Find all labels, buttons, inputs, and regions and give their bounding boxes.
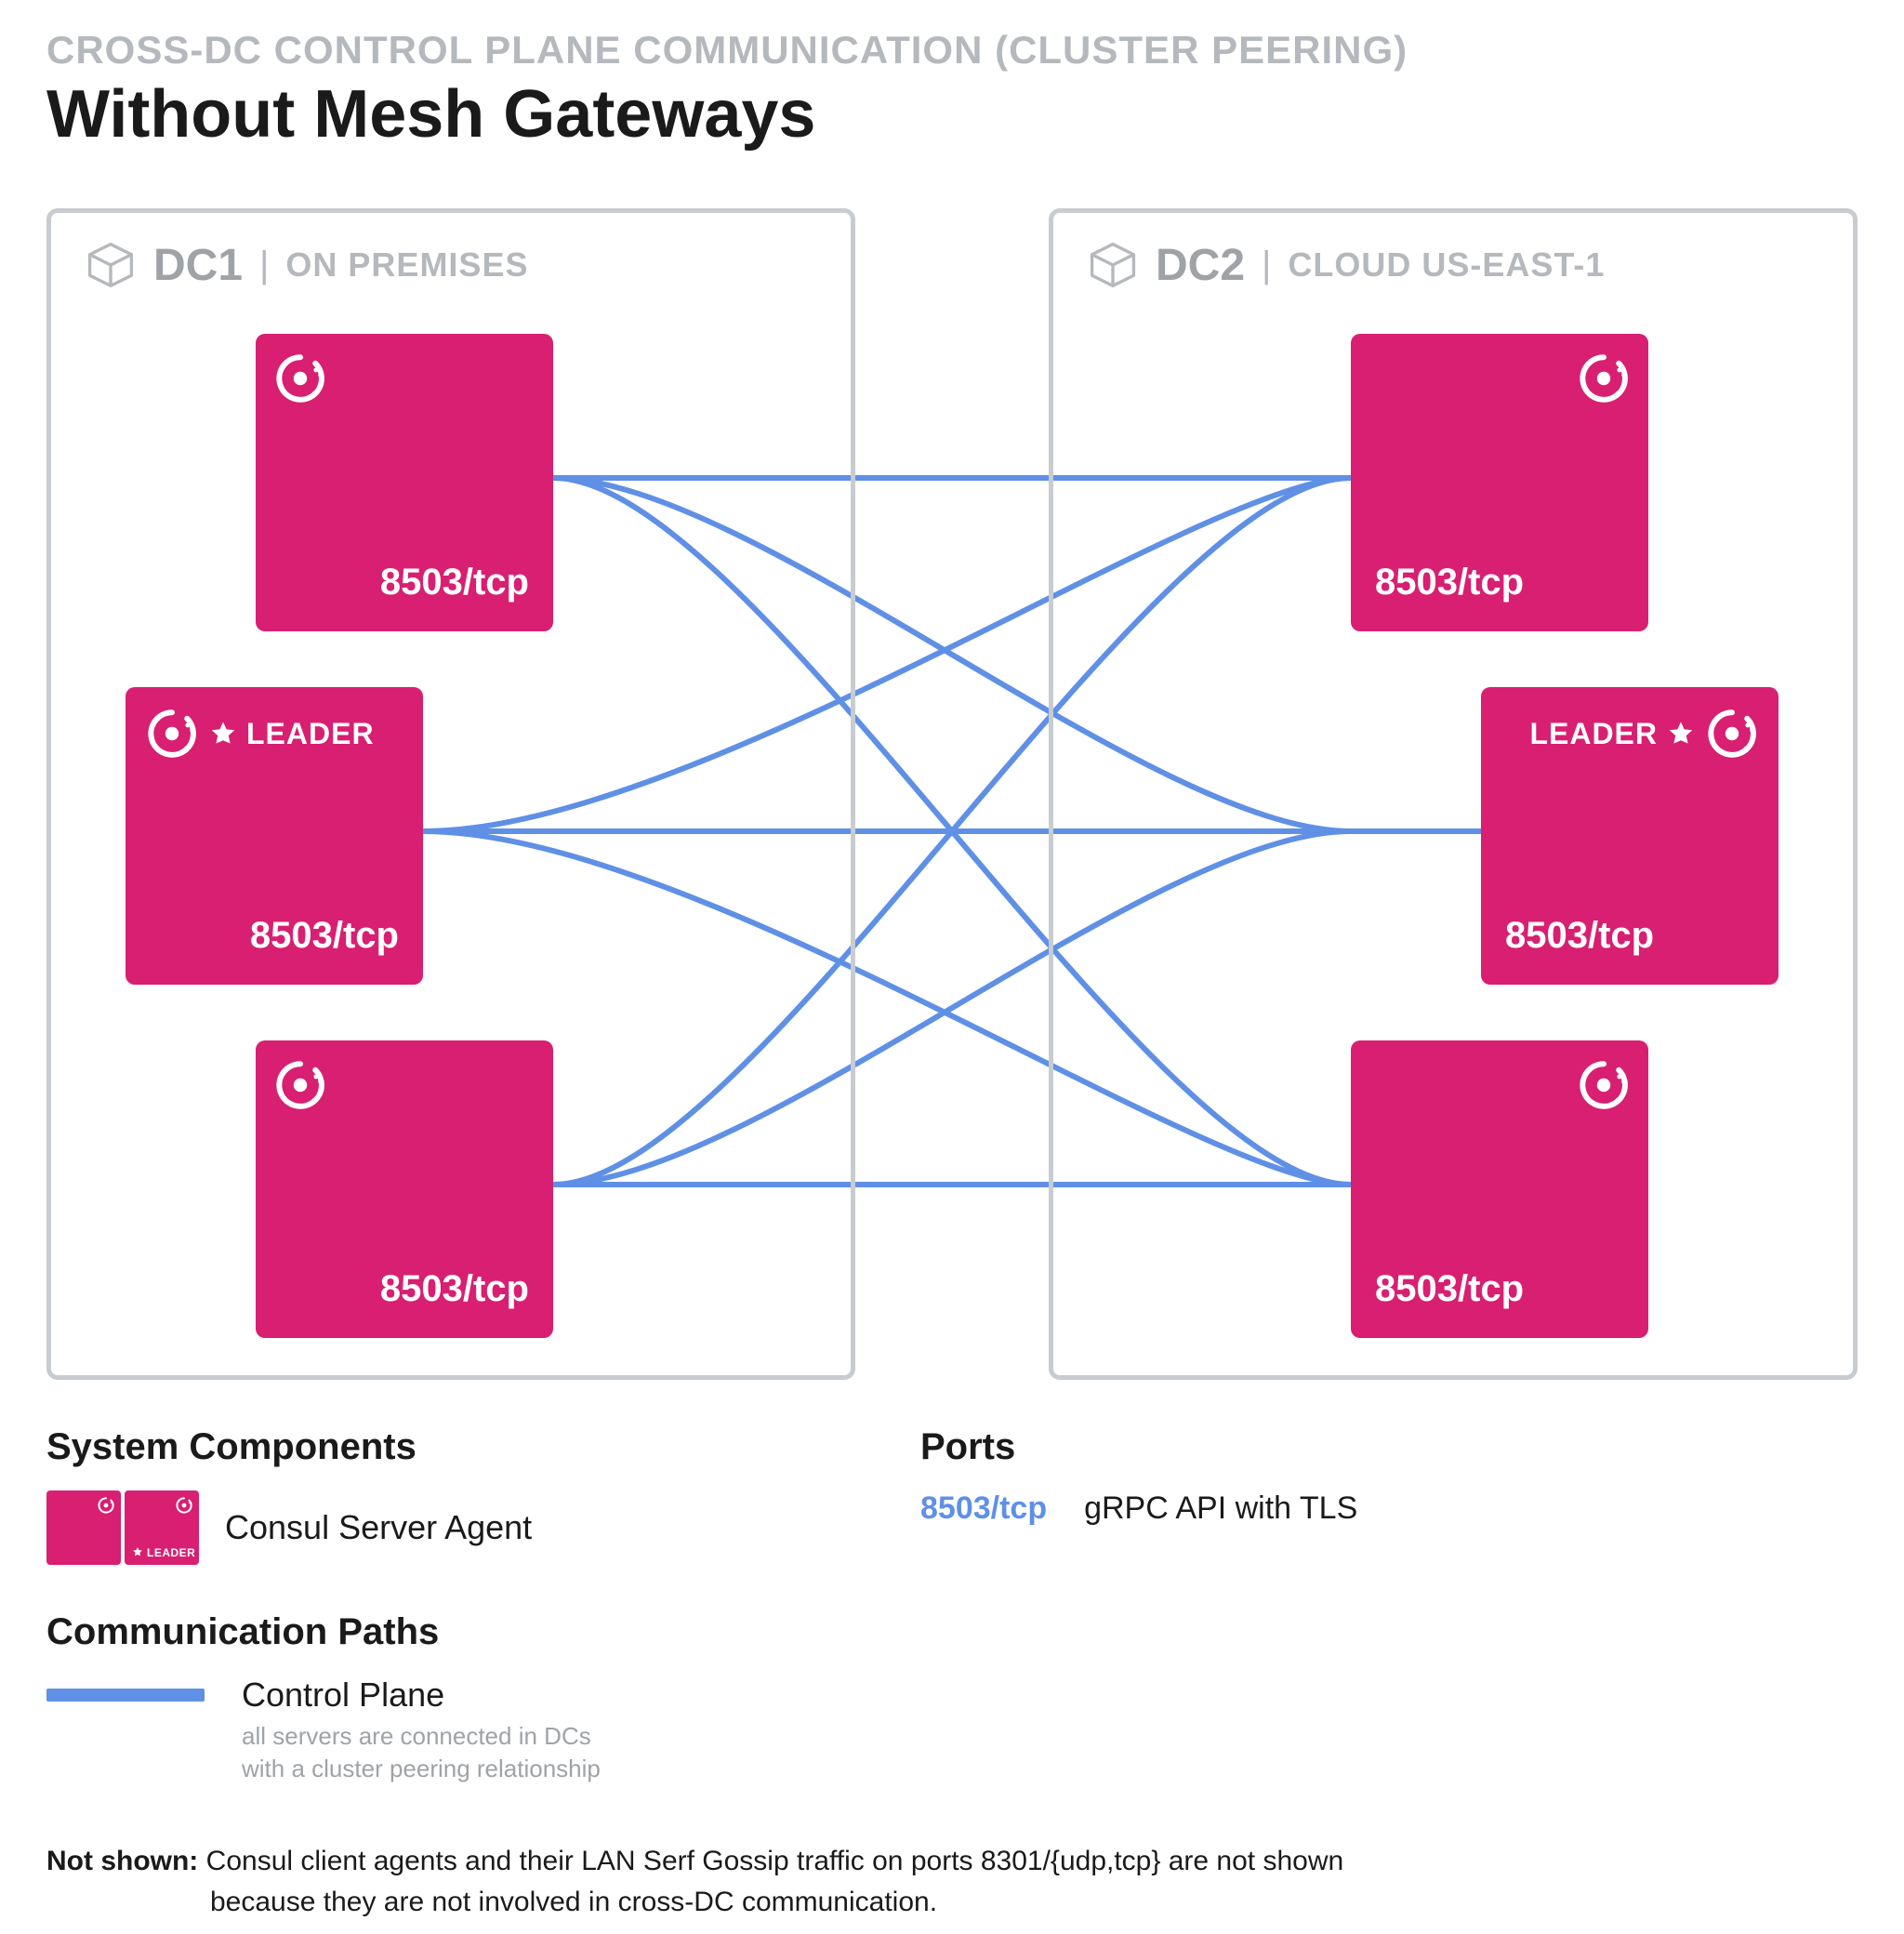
cube-icon (85, 239, 137, 291)
consul-icon (1704, 706, 1760, 762)
node-port: 8503/tcp (380, 1268, 529, 1310)
legend-mini-leader-label: LEADER (147, 1546, 195, 1559)
dc2-container: DC2 | CLOUD US-EAST-1 8503/tcp LEADER 85… (1049, 208, 1858, 1380)
dc1-name: DC1 (153, 240, 243, 291)
dc2-node-2-leader: LEADER 8503/tcp (1481, 687, 1778, 985)
legend-communication: Communication Paths Control Plane all se… (46, 1611, 1858, 1785)
consul-icon (97, 1496, 115, 1515)
dc2-node-1: 8503/tcp (1351, 334, 1648, 631)
legend-comm-heading: Communication Paths (46, 1611, 1858, 1653)
legend-mini-node (46, 1490, 121, 1565)
pipe-separator: | (259, 245, 269, 286)
page-title: Without Mesh Gateways (46, 76, 1858, 152)
dc2-name: DC2 (1156, 240, 1245, 291)
legend-ports-heading: Ports (920, 1426, 1357, 1468)
legend-ports: Ports 8503/tcp gRPC API with TLS (920, 1426, 1357, 1565)
leader-row: LEADER (1529, 706, 1760, 762)
star-icon (132, 1546, 143, 1557)
node-port: 8503/tcp (250, 915, 399, 957)
consul-icon (272, 1057, 328, 1113)
star-icon (1667, 720, 1695, 748)
node-port: 8503/tcp (1375, 562, 1524, 603)
legend-comm-label: Control Plane (242, 1676, 601, 1715)
star-icon (209, 720, 237, 748)
legend-mini-nodes: LEADER (46, 1490, 199, 1565)
leader-label: LEADER (246, 717, 375, 751)
legend-consul-label: Consul Server Agent (225, 1508, 532, 1547)
node-port: 8503/tcp (380, 562, 529, 603)
legend-mini-node-leader: LEADER (125, 1490, 199, 1565)
consul-icon (272, 351, 328, 406)
cube-icon (1087, 239, 1139, 291)
leader-label: LEADER (1529, 717, 1658, 751)
dc2-header: DC2 | CLOUD US-EAST-1 (1053, 213, 1853, 317)
dc1-node-2-leader: LEADER 8503/tcp (126, 687, 423, 985)
node-port: 8503/tcp (1505, 915, 1654, 957)
consul-icon (175, 1496, 193, 1515)
dc1-node-3: 8503/tcp (256, 1040, 553, 1338)
dc2-node-3: 8503/tcp (1351, 1040, 1648, 1338)
consul-icon (144, 706, 200, 762)
consul-icon (1576, 351, 1632, 406)
diagram-area: DC1 | ON PREMISES 8503/tcp LEADER 8503/t… (46, 208, 1858, 1380)
dc1-location: ON PREMISES (285, 245, 528, 285)
dc1-header: DC1 | ON PREMISES (51, 213, 851, 317)
legend-port-key: 8503/tcp (920, 1490, 1047, 1527)
footnote-body: Consul client agents and their LAN Serf … (46, 1846, 1343, 1917)
eyebrow-text: CROSS-DC CONTROL PLANE COMMUNICATION (CL… (46, 28, 1858, 73)
leader-row: LEADER (144, 706, 375, 762)
pipe-separator: | (1262, 245, 1271, 286)
dc1-container: DC1 | ON PREMISES 8503/tcp LEADER 8503/t… (46, 208, 855, 1380)
legend-comm-sub: all servers are connected in DCs with a … (242, 1720, 601, 1785)
node-port: 8503/tcp (1375, 1268, 1524, 1310)
legend-components-heading: System Components (46, 1426, 809, 1468)
legend-line-swatch (46, 1689, 205, 1702)
legend-port-desc: gRPC API with TLS (1084, 1490, 1357, 1527)
legend-components: System Components LEADER Consul Server A… (46, 1426, 809, 1565)
dc2-location: CLOUD US-EAST-1 (1288, 245, 1605, 285)
dc1-node-1: 8503/tcp (256, 334, 553, 631)
footnote: Not shown: Consul client agents and thei… (46, 1841, 1627, 1922)
footnote-prefix: Not shown: (46, 1846, 198, 1876)
consul-icon (1576, 1057, 1632, 1113)
